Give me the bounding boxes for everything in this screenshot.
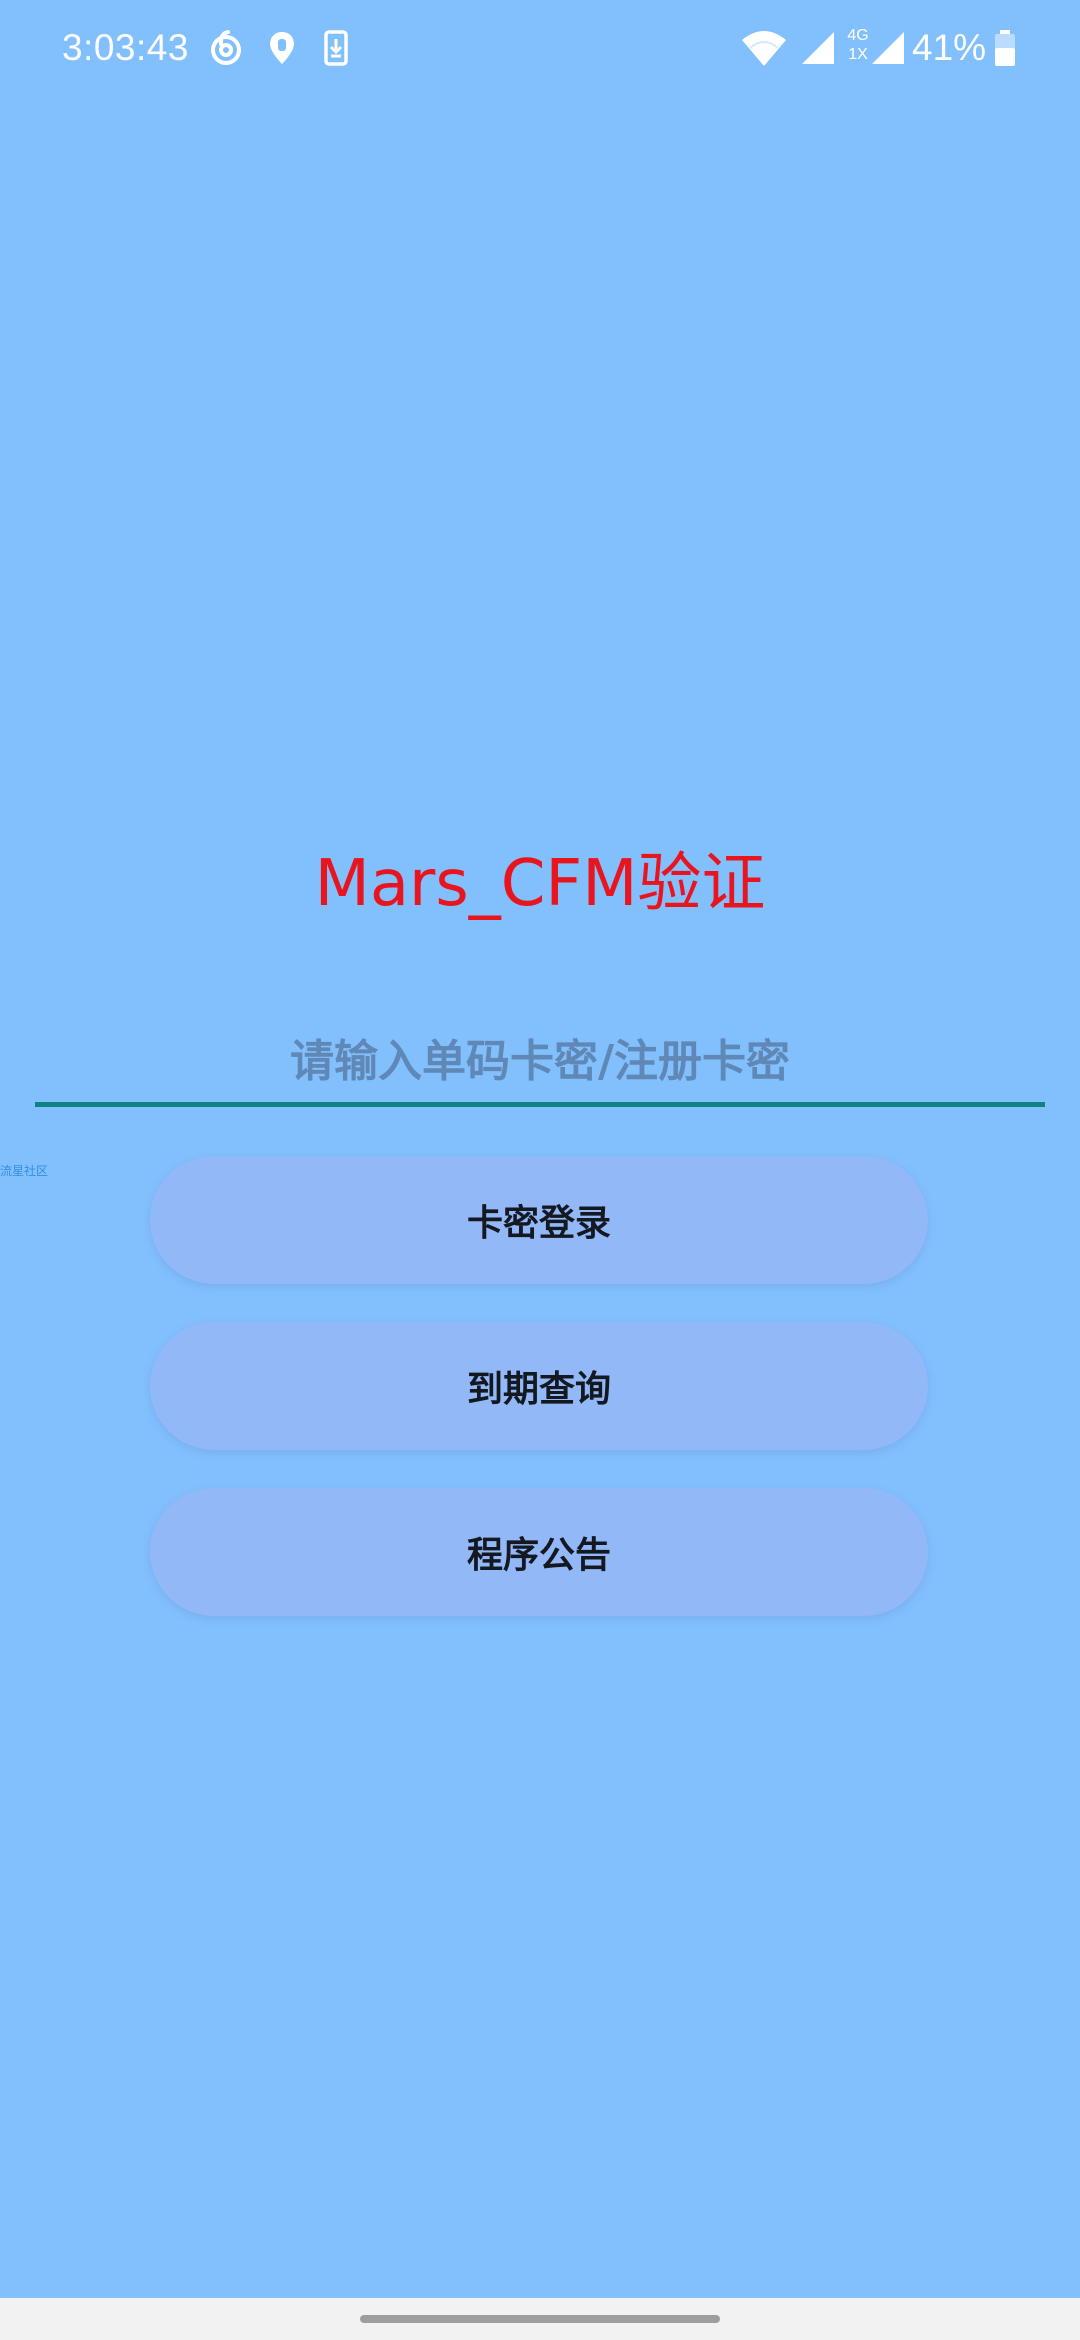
expiry-query-button[interactable]: 到期查询 [150, 1322, 928, 1450]
status-time: 3:03:43 [62, 27, 189, 68]
network-type-top: 4G [847, 27, 869, 44]
wifi-icon [740, 28, 788, 68]
home-gesture-handle[interactable] [360, 2315, 720, 2323]
cell-signal-icon [798, 28, 838, 68]
card-key-input[interactable] [35, 1020, 1045, 1102]
network-type-label: 4G 1X [844, 26, 872, 64]
netease-music-icon [206, 28, 246, 68]
card-login-button[interactable]: 卡密登录 [150, 1156, 928, 1284]
watermark-text: 流星社区 [0, 1164, 49, 1178]
cell-signal-2-icon [870, 28, 906, 68]
app-title: Mars_CFM验证 [314, 847, 766, 921]
status-bar: 3:03:43 4G 1X 41% [0, 0, 1080, 100]
card-key-input-container [35, 1020, 1045, 1107]
location-pin-icon [262, 28, 302, 68]
network-type-bottom: 1X [848, 46, 868, 63]
download-icon [316, 28, 356, 68]
battery-percent: 41% [912, 27, 987, 68]
announcement-button[interactable]: 程序公告 [150, 1488, 928, 1616]
battery-icon [992, 28, 1018, 68]
